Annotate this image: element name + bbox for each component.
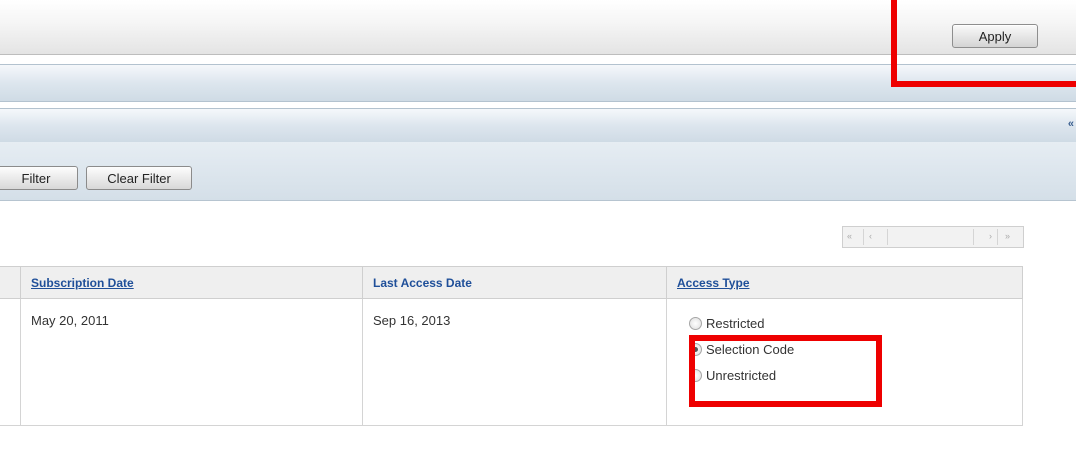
radio-restricted[interactable]: Restricted xyxy=(689,315,1022,341)
apply-button[interactable]: Apply xyxy=(952,24,1038,48)
radio-unchecked-icon[interactable] xyxy=(689,369,702,383)
last-access-date-header: Last Access Date xyxy=(362,266,667,299)
pagination-control: « ‹ › » xyxy=(842,226,1024,248)
filter-toolbar: Filter Clear Filter xyxy=(0,142,1076,201)
top-toolbar xyxy=(0,0,1076,55)
filter-button[interactable]: Filter xyxy=(0,166,78,190)
radio-unrestricted-label: Unrestricted xyxy=(706,368,777,383)
access-type-cell: Restricted Selection Code Unrestricted xyxy=(666,298,1023,426)
access-type-sort-link[interactable]: Access Type xyxy=(677,276,750,290)
subscriptions-table: Subscription Date Last Access Date Acces… xyxy=(0,266,1023,426)
expanded-panel-header[interactable]: « xyxy=(0,108,1076,143)
first-page-icon[interactable]: « xyxy=(847,231,852,241)
last-access-date-cell: Sep 16, 2013 xyxy=(362,298,667,426)
clear-filter-button[interactable]: Clear Filter xyxy=(86,166,192,190)
table-header-blank xyxy=(0,266,21,299)
previous-page-icon[interactable]: ‹ xyxy=(869,231,872,241)
last-access-date-label: Last Access Date xyxy=(373,275,472,290)
table-row: May 20, 2011 Sep 16, 2013 Restricted Sel… xyxy=(0,298,1023,426)
access-type-header[interactable]: Access Type xyxy=(666,266,1023,299)
row-selector-cell xyxy=(0,298,21,426)
subscription-date-cell: May 20, 2011 xyxy=(20,298,363,426)
radio-unrestricted[interactable]: Unrestricted xyxy=(689,367,1022,393)
expand-double-chevron-icon[interactable]: » xyxy=(1068,79,1074,90)
radio-unchecked-icon[interactable] xyxy=(689,317,702,331)
table-header-row: Subscription Date Last Access Date Acces… xyxy=(0,266,1023,299)
radio-selection-code-label: Selection Code xyxy=(706,342,795,357)
radio-checked-icon[interactable] xyxy=(689,343,702,357)
next-page-icon[interactable]: › xyxy=(989,231,992,241)
subscription-date-header[interactable]: Subscription Date xyxy=(20,266,363,299)
radio-selection-code[interactable]: Selection Code xyxy=(689,341,1022,367)
collapsed-panel-header[interactable]: » xyxy=(0,64,1076,102)
radio-restricted-label: Restricted xyxy=(706,316,765,331)
last-page-icon[interactable]: » xyxy=(1005,231,1010,241)
subscription-date-sort-link[interactable]: Subscription Date xyxy=(31,276,134,290)
collapse-double-chevron-icon[interactable]: « xyxy=(1068,119,1074,130)
